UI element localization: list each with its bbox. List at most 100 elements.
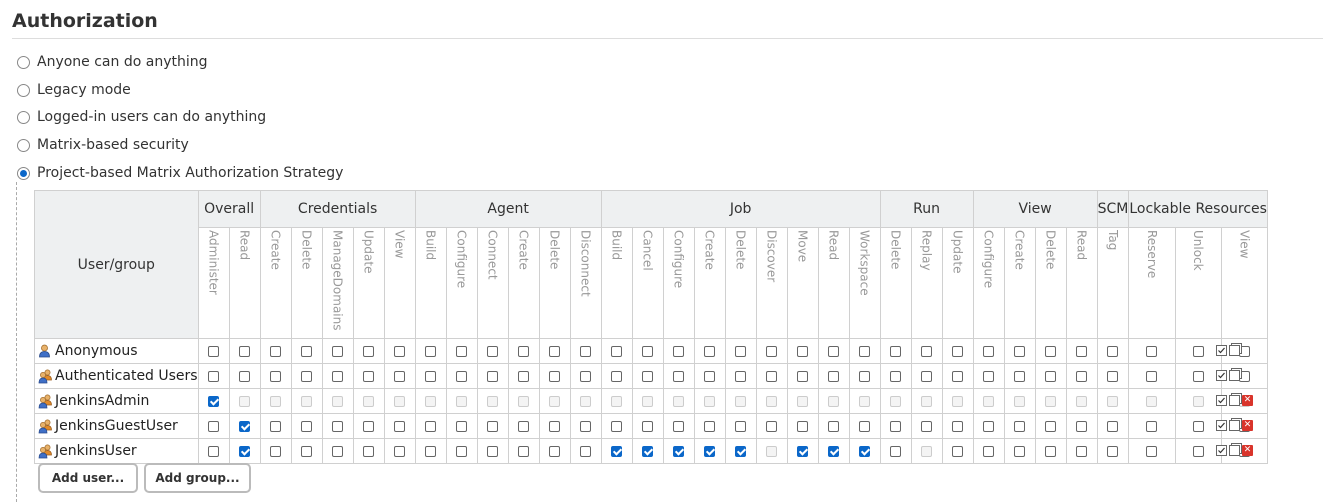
copy-icon[interactable] [1229, 345, 1240, 356]
permission-checkbox[interactable] [580, 345, 592, 357]
permission-checkbox[interactable] [642, 445, 654, 457]
strategy-radio[interactable] [17, 55, 30, 69]
delete-icon[interactable]: ✕ [1242, 420, 1253, 431]
permission-checkbox[interactable] [735, 370, 747, 382]
permission-checkbox[interactable] [301, 445, 313, 457]
permission-checkbox[interactable] [673, 420, 685, 432]
permission-checkbox[interactable] [1107, 420, 1119, 432]
permission-checkbox[interactable] [425, 445, 437, 457]
permission-checkbox[interactable] [735, 445, 747, 457]
permission-checkbox[interactable] [611, 445, 623, 457]
permission-checkbox[interactable] [425, 345, 437, 357]
permission-checkbox[interactable] [1045, 420, 1057, 432]
add-group-button[interactable]: Add group... [144, 463, 251, 493]
permission-checkbox[interactable] [1014, 345, 1026, 357]
strategy-option[interactable]: Logged-in users can do anything [17, 107, 266, 127]
permission-checkbox[interactable] [270, 345, 282, 357]
copy-icon[interactable] [1229, 395, 1240, 406]
permission-checkbox[interactable] [301, 370, 313, 382]
permission-checkbox[interactable] [797, 420, 809, 432]
permission-checkbox[interactable] [1107, 445, 1119, 457]
permission-checkbox[interactable] [394, 370, 406, 382]
permission-checkbox[interactable] [487, 370, 499, 382]
permission-checkbox[interactable] [890, 445, 902, 457]
permission-checkbox[interactable] [1146, 445, 1158, 457]
permission-checkbox[interactable] [859, 445, 871, 457]
permission-checkbox[interactable] [673, 445, 685, 457]
permission-checkbox[interactable] [239, 445, 251, 457]
permission-checkbox[interactable] [270, 370, 282, 382]
permission-checkbox[interactable] [642, 370, 654, 382]
permission-checkbox[interactable] [766, 370, 778, 382]
permission-checkbox[interactable] [208, 345, 220, 357]
permission-checkbox[interactable] [1238, 370, 1250, 382]
permission-checkbox[interactable] [332, 445, 344, 457]
permission-checkbox[interactable] [859, 370, 871, 382]
select-all-icon[interactable] [1216, 420, 1227, 431]
permission-checkbox[interactable] [1192, 345, 1204, 357]
permission-checkbox[interactable] [456, 420, 468, 432]
select-all-icon[interactable] [1216, 445, 1227, 456]
delete-icon[interactable]: ✕ [1242, 445, 1253, 456]
permission-checkbox[interactable] [456, 370, 468, 382]
permission-checkbox[interactable] [983, 420, 995, 432]
permission-checkbox[interactable] [859, 345, 871, 357]
select-all-icon[interactable] [1216, 345, 1227, 356]
select-all-icon[interactable] [1216, 370, 1227, 381]
permission-checkbox[interactable] [518, 345, 530, 357]
permission-checkbox[interactable] [611, 370, 623, 382]
permission-checkbox[interactable] [332, 345, 344, 357]
permission-checkbox[interactable] [1192, 445, 1204, 457]
permission-checkbox[interactable] [363, 370, 375, 382]
permission-checkbox[interactable] [704, 420, 716, 432]
permission-checkbox[interactable] [425, 370, 437, 382]
permission-checkbox[interactable] [580, 420, 592, 432]
permission-checkbox[interactable] [1045, 445, 1057, 457]
strategy-radio[interactable] [17, 166, 30, 180]
permission-checkbox[interactable] [239, 420, 251, 432]
strategy-option[interactable]: Legacy mode [17, 80, 131, 100]
permission-checkbox[interactable] [1107, 345, 1119, 357]
permission-checkbox[interactable] [859, 420, 871, 432]
permission-checkbox[interactable] [1014, 445, 1026, 457]
strategy-radio[interactable] [17, 83, 30, 97]
permission-checkbox[interactable] [921, 345, 933, 357]
permission-checkbox[interactable] [1076, 370, 1088, 382]
permission-checkbox[interactable] [797, 445, 809, 457]
permission-checkbox[interactable] [983, 345, 995, 357]
permission-checkbox[interactable] [363, 420, 375, 432]
permission-checkbox[interactable] [983, 370, 995, 382]
permission-checkbox[interactable] [1076, 420, 1088, 432]
copy-icon[interactable] [1229, 370, 1240, 381]
permission-checkbox[interactable] [425, 420, 437, 432]
permission-checkbox[interactable] [518, 445, 530, 457]
strategy-radio[interactable] [17, 110, 30, 124]
permission-checkbox[interactable] [1146, 420, 1158, 432]
permission-checkbox[interactable] [332, 370, 344, 382]
permission-checkbox[interactable] [549, 445, 561, 457]
permission-checkbox[interactable] [704, 445, 716, 457]
permission-checkbox[interactable] [921, 370, 933, 382]
permission-checkbox[interactable] [456, 445, 468, 457]
permission-checkbox[interactable] [704, 370, 716, 382]
permission-checkbox[interactable] [394, 345, 406, 357]
permission-checkbox[interactable] [1014, 420, 1026, 432]
permission-checkbox[interactable] [797, 370, 809, 382]
copy-icon[interactable] [1229, 420, 1240, 431]
permission-checkbox[interactable] [580, 445, 592, 457]
permission-checkbox[interactable] [797, 345, 809, 357]
add-user-button[interactable]: Add user... [38, 463, 138, 493]
permission-checkbox[interactable] [518, 370, 530, 382]
permission-checkbox[interactable] [828, 345, 840, 357]
permission-checkbox[interactable] [487, 345, 499, 357]
permission-checkbox[interactable] [1014, 370, 1026, 382]
permission-checkbox[interactable] [580, 370, 592, 382]
permission-checkbox[interactable] [549, 420, 561, 432]
permission-checkbox[interactable] [952, 370, 964, 382]
permission-checkbox[interactable] [766, 345, 778, 357]
permission-checkbox[interactable] [301, 420, 313, 432]
permission-checkbox[interactable] [673, 370, 685, 382]
permission-checkbox[interactable] [487, 445, 499, 457]
permission-checkbox[interactable] [1238, 345, 1250, 357]
permission-checkbox[interactable] [828, 445, 840, 457]
